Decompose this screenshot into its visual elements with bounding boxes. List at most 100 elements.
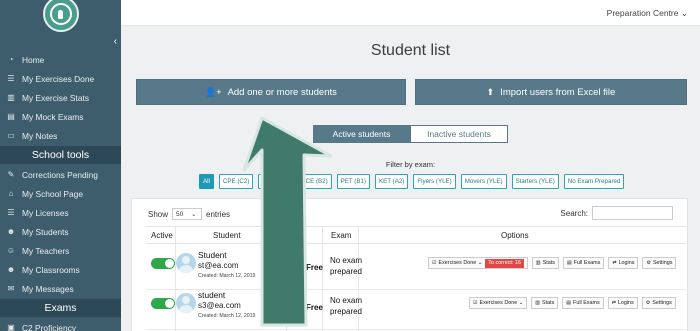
logins-button[interactable]: ⇄ Logins [608, 257, 639, 269]
list-icon: ☰ [7, 208, 15, 217]
book-icon: ▣ [7, 323, 15, 331]
sidebar: ‹ ◔ Home ☰ My Exercises Done ▥ My Exercise … [0, 0, 121, 331]
logins-button[interactable]: ⇄ Logins [607, 297, 638, 309]
filter-chip-no-exam[interactable]: No Exam Prepared [563, 174, 625, 189]
table-row: Student st@ea.com Created: March 12, 201… [146, 245, 686, 290]
edit-icon: ✎ [7, 170, 15, 179]
checkbox-icon: ☑ [473, 300, 478, 306]
top-bar: Preparation Centre ⌄ [121, 0, 700, 26]
section-school-tools: School tools [0, 146, 121, 164]
students-table-card: Show 50 ⌄ entries Search: Active Student … [131, 198, 688, 331]
sidebar-item-exercises-done[interactable]: ☰ My Exercises Done [0, 69, 121, 88]
col-header-active[interactable]: Active [151, 231, 173, 240]
gear-icon: ⚙ [645, 300, 651, 306]
table-header: Active Student Li Exam Options [146, 226, 686, 244]
entries-control: Show 50 ⌄ entries [148, 208, 231, 220]
col-header-exam[interactable]: Exam [331, 231, 351, 240]
stats-button[interactable]: ▥ Stats [531, 257, 559, 269]
col-header-student[interactable]: Student [213, 231, 241, 240]
app-logo[interactable] [43, 0, 79, 32]
sidebar-item-school-page[interactable]: ⌂ My School Page [0, 184, 121, 203]
sidebar-item-classrooms[interactable]: ☻ My Classrooms [0, 260, 121, 279]
settings-button[interactable]: ⚙ Settings [642, 257, 677, 269]
exam-prepared: No exam prepared [329, 296, 363, 316]
student-status-tabs: Active students Inactive students [313, 125, 508, 143]
document-icon: ▤ [566, 260, 572, 266]
student-name[interactable]: Student [198, 250, 227, 260]
sidebar-item-students[interactable]: ☻ My Students [0, 222, 121, 241]
envelope-icon: ✉ [7, 284, 15, 293]
search-input[interactable] [592, 206, 673, 220]
col-header-plan[interactable]: Li [289, 231, 295, 240]
chart-icon: ▥ [535, 260, 541, 266]
sidebar-item-notes[interactable]: ▭ My Notes [0, 126, 121, 145]
chart-icon: ▥ [7, 93, 15, 102]
gauge-icon: ◔ [8, 55, 14, 64]
chevron-down-icon: ⌄ [680, 8, 688, 18]
page-title: Student list [370, 42, 451, 59]
settings-button[interactable]: ⚙ Settings [641, 297, 676, 309]
table-search: Search: [560, 206, 673, 220]
chevron-down-icon: ⌄ [191, 211, 197, 218]
active-toggle[interactable] [151, 258, 175, 269]
table-row: student s3@ea.com Created: March 12, 201… [146, 285, 686, 330]
filter-chip-ket[interactable]: KET (A2) [375, 174, 409, 189]
stats-button[interactable]: ▥ Stats [531, 297, 559, 309]
filter-chip-starters[interactable]: Starters (YLE) [511, 174, 559, 189]
filter-chip-all[interactable]: All [199, 174, 214, 189]
row-options: ☑ Exercises Done ⌄ To correct: 16 ▥ Stats ▤… [428, 257, 677, 269]
section-exams: Exams [0, 299, 121, 317]
collapse-sidebar-chevron-icon[interactable]: ‹ [114, 36, 117, 47]
sidebar-item-c2-proficiency[interactable]: ▣ C2 Proficiency [0, 318, 121, 331]
touch-icon [50, 3, 72, 25]
sidebar-item-messages[interactable]: ✉ My Messages [0, 279, 121, 298]
document-icon: ▤ [7, 112, 15, 121]
sidebar-item-mock-exams[interactable]: ▤ My Mock Exams [0, 107, 121, 126]
entries-select[interactable]: 50 ⌄ [172, 208, 203, 220]
filter-label: Filter by exam: [385, 160, 436, 169]
license-plan: Free [306, 263, 323, 272]
users-icon: ☻ [6, 227, 16, 236]
upload-icon: ⬆ [486, 86, 495, 97]
sidebar-item-licenses[interactable]: ☰ My Licenses [0, 203, 121, 222]
full-exams-button[interactable]: ▤ Full Exams [562, 257, 605, 269]
chart-icon: ▥ [535, 300, 540, 306]
student-email: s3@ea.com [198, 301, 241, 310]
filter-chip-fce[interactable]: FCE (B2) [297, 174, 332, 189]
filter-chip-cae[interactable]: CAE (C1) [258, 174, 293, 189]
account-menu[interactable]: Preparation Centre ⌄ [607, 8, 688, 19]
exercises-done-dropdown[interactable]: ☑ Exercises Done ⌄ [469, 297, 528, 309]
sidebar-item-teachers[interactable]: ☺ My Teachers [0, 241, 121, 260]
row-options: ☑ Exercises Done ⌄ ▥ Stats ▤ Full Exams ⇄ Lo… [469, 297, 676, 309]
sidebar-item-home[interactable]: ◔ Home [0, 50, 121, 69]
checkbox-icon: ☑ [432, 260, 437, 266]
swap-icon: ⇄ [611, 300, 616, 306]
student-created: Created: March 12, 2019 [198, 313, 256, 319]
users-icon: ☻ [6, 265, 16, 274]
col-header-options: Options [501, 231, 529, 240]
sidebar-item-exercise-stats[interactable]: ▥ My Exercise Stats [0, 88, 121, 107]
exam-prepared: No exam prepared [329, 256, 363, 276]
document-icon: ▤ [566, 300, 572, 306]
student-email: st@ea.com [198, 261, 239, 270]
import-excel-button[interactable]: ⬆ Import users from Excel file [415, 79, 687, 105]
add-students-button[interactable]: 👤+ Add one or more students [136, 79, 406, 105]
exercises-done-dropdown[interactable]: ☑ Exercises Done ⌄ To correct: 16 [428, 257, 528, 269]
avatar [176, 293, 196, 313]
filter-chip-movers[interactable]: Movers (YLE) [460, 174, 507, 189]
filter-chip-pet[interactable]: PET (B1) [336, 174, 370, 189]
home-icon: ⌂ [8, 189, 14, 198]
tab-inactive-students[interactable]: Inactive students [410, 125, 508, 143]
filter-chip-flyers[interactable]: Flyers (YLE) [413, 174, 456, 189]
filter-chip-cpe[interactable]: CPE (C2) [218, 174, 254, 189]
monitor-icon: ▭ [7, 131, 15, 140]
license-plan: Free [306, 303, 323, 312]
full-exams-button[interactable]: ▤ Full Exams [562, 297, 604, 309]
exam-filter-group: All CPE (C2) CAE (C1) FCE (B2) PET (B1) … [199, 174, 625, 189]
active-toggle[interactable] [151, 298, 175, 309]
student-name[interactable]: student [198, 290, 225, 300]
user-icon: ☺ [6, 246, 16, 255]
student-created: Created: March 12, 2019 [198, 273, 256, 279]
tab-active-students[interactable]: Active students [313, 125, 410, 143]
sidebar-item-corrections-pending[interactable]: ✎ Corrections Pending [0, 165, 121, 184]
